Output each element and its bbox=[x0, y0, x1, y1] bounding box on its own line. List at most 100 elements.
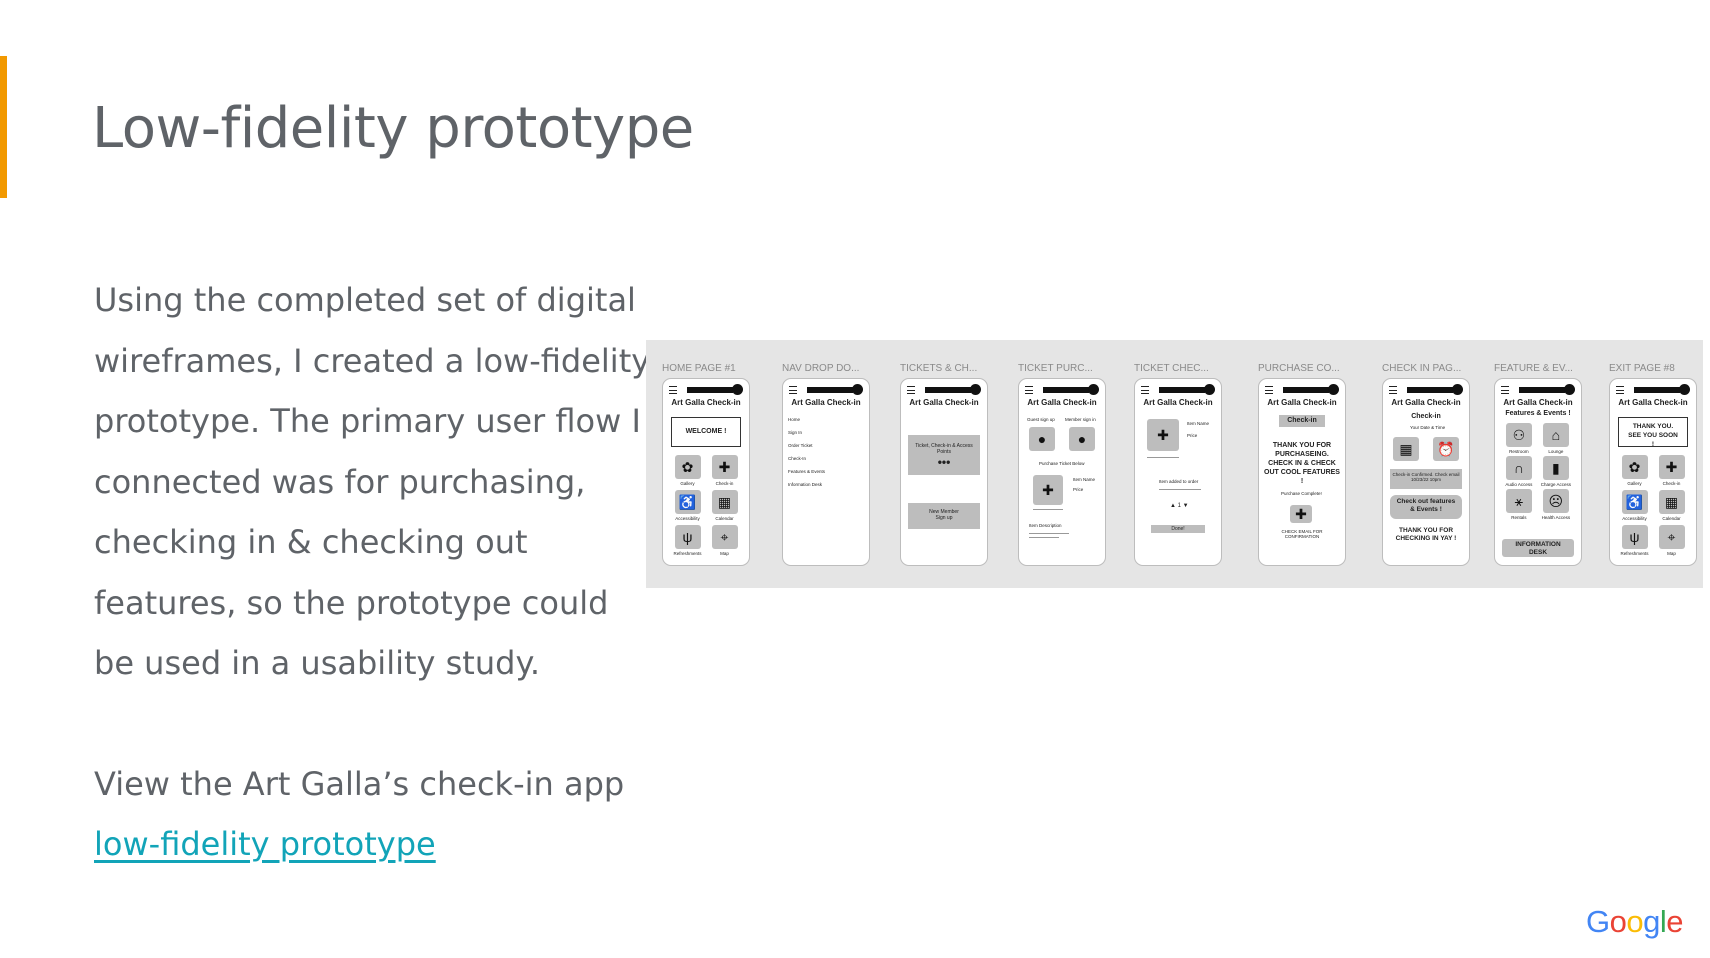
avatar[interactable] bbox=[1679, 384, 1690, 395]
check-out-features-button[interactable]: Check out features & Events ! bbox=[1390, 495, 1462, 519]
checkin-confirmed-box: Check-in Confirmed. Check email 10/23/22… bbox=[1390, 469, 1462, 489]
menu-icon[interactable] bbox=[1141, 386, 1149, 394]
app-title: Art Galla Check-in bbox=[1267, 398, 1337, 407]
search-bar[interactable] bbox=[1519, 387, 1565, 393]
stroller-icon[interactable]: ⚹ bbox=[1505, 489, 1532, 513]
menu-icon[interactable] bbox=[1265, 386, 1273, 394]
phone-screen[interactable]: Art Galla Check-in Guest sign up Member … bbox=[1018, 378, 1106, 566]
ticket-icon[interactable]: ✚ bbox=[1658, 455, 1685, 479]
nav-item-sign-in[interactable]: Sign In bbox=[788, 430, 802, 435]
avatar[interactable] bbox=[852, 384, 863, 395]
purchase-prompt: Purchase Ticket Below bbox=[1039, 461, 1085, 466]
frame-ticket-checkout[interactable]: TICKET CHEC... Art Galla Check-in ✚ Item… bbox=[1134, 362, 1224, 566]
nav-item-order-ticket[interactable]: Order Ticket bbox=[788, 443, 813, 448]
map-icon[interactable]: ⌖ bbox=[1658, 525, 1685, 549]
search-bar[interactable] bbox=[1043, 387, 1089, 393]
alarm-clock-icon[interactable]: ⏰ bbox=[1433, 437, 1459, 461]
view-prototype-text: View the Art Galla’s check-in app bbox=[94, 764, 625, 803]
phone-screen[interactable]: Art Galla Check-in Ticket, Check-in & Ac… bbox=[900, 378, 988, 566]
avatar[interactable] bbox=[1452, 384, 1463, 395]
phone-screen[interactable]: Art Galla Check-in Features & Events ! ⚇… bbox=[1494, 378, 1582, 566]
frame-home[interactable]: HOME PAGE #1 Art Galla Check-in WELCOME … bbox=[662, 362, 752, 566]
search-bar[interactable] bbox=[1634, 387, 1680, 393]
menu-icon[interactable] bbox=[789, 386, 797, 394]
frame-checkin[interactable]: CHECK IN PAG... Art Galla Check-in Check… bbox=[1382, 362, 1472, 566]
health-icon[interactable]: ☹ bbox=[1542, 489, 1569, 513]
frame-nav-dropdown[interactable]: NAV DROP DO... Art Galla Check-in Home S… bbox=[782, 362, 872, 566]
item-added-text: Item added to order bbox=[1159, 479, 1199, 484]
ticket-icon: ✚ bbox=[1290, 505, 1312, 523]
menu-icon[interactable] bbox=[907, 386, 915, 394]
map-icon[interactable]: ⌖ bbox=[711, 525, 738, 549]
guest-signup-label[interactable]: Guest sign up bbox=[1027, 417, 1055, 422]
nav-item-info-desk[interactable]: Information Desk bbox=[788, 482, 822, 487]
menu-icon[interactable] bbox=[1501, 386, 1509, 394]
nav-item-home[interactable]: Home bbox=[788, 417, 800, 422]
avatar[interactable] bbox=[1564, 384, 1575, 395]
menu-icon[interactable] bbox=[1025, 386, 1033, 394]
accessibility-icon[interactable]: ♿ bbox=[674, 490, 701, 514]
phone-screen[interactable]: Art Galla Check-in ✚ Item Name Price Ite… bbox=[1134, 378, 1222, 566]
search-bar[interactable] bbox=[687, 387, 733, 393]
new-member-box[interactable]: New Member Sign up bbox=[908, 503, 980, 529]
phone-screen[interactable]: Art Galla Check-in Check-in Your Date & … bbox=[1382, 378, 1470, 566]
app-title: Art Galla Check-in bbox=[909, 398, 979, 407]
menu-icon[interactable] bbox=[1389, 386, 1397, 394]
avatar[interactable] bbox=[970, 384, 981, 395]
nav-item-features[interactable]: Features & Events bbox=[788, 469, 825, 474]
quantity-stepper[interactable]: ▲ 1 ▼ bbox=[1170, 503, 1189, 509]
phone-screen[interactable]: Art Galla Check-in Check-in THANK YOU FO… bbox=[1258, 378, 1346, 566]
user-icon[interactable]: ● bbox=[1029, 427, 1055, 451]
item-name: Item Name bbox=[1187, 421, 1210, 426]
battery-icon[interactable]: ▮ bbox=[1542, 456, 1569, 480]
palette-icon[interactable]: ✿ bbox=[1621, 455, 1648, 479]
calendar-icon[interactable]: ▦ bbox=[711, 490, 738, 514]
frame-tickets[interactable]: TICKETS & CH... Art Galla Check-in Ticke… bbox=[900, 362, 990, 566]
avatar[interactable] bbox=[1088, 384, 1099, 395]
slide-title: Low-fidelity prototype bbox=[92, 96, 694, 161]
ticket-icon[interactable]: ✚ bbox=[711, 455, 738, 479]
prototype-link[interactable]: low-fidelity prototype bbox=[94, 825, 436, 863]
sofa-icon[interactable]: ⌂ bbox=[1542, 423, 1569, 447]
phone-screen[interactable]: Art Galla Check-in WELCOME ! ✿ Gallery ✚ C… bbox=[662, 378, 750, 566]
search-bar[interactable] bbox=[925, 387, 971, 393]
avatar[interactable] bbox=[1204, 384, 1215, 395]
search-bar[interactable] bbox=[1407, 387, 1453, 393]
ticket-access-box[interactable]: Ticket, Check-in & Access Points ••• bbox=[908, 435, 980, 475]
restroom-icon[interactable]: ⚇ bbox=[1505, 423, 1532, 447]
frame-features[interactable]: FEATURE & EV... Art Galla Check-in Featu… bbox=[1494, 362, 1584, 566]
user-icon[interactable]: ● bbox=[1069, 427, 1095, 451]
frame-exit[interactable]: EXIT PAGE #8 Art Galla Check-in THANK YO… bbox=[1609, 362, 1699, 566]
nav-item-check-in[interactable]: Check-In bbox=[788, 456, 806, 461]
fork-knife-icon[interactable]: ψ bbox=[674, 525, 701, 549]
menu-icon[interactable] bbox=[1616, 386, 1624, 394]
accessibility-icon[interactable]: ♿ bbox=[1621, 490, 1648, 514]
search-bar[interactable] bbox=[807, 387, 853, 393]
calendar-icon[interactable]: ▦ bbox=[1658, 490, 1685, 514]
avatar[interactable] bbox=[732, 384, 743, 395]
frame-ticket-purchase[interactable]: TICKET PURC... Art Galla Check-in Guest … bbox=[1018, 362, 1108, 566]
frame-label: FEATURE & EV... bbox=[1494, 363, 1573, 374]
welcome-banner: WELCOME ! bbox=[671, 417, 741, 447]
purchase-status: Purchase Complete! bbox=[1281, 491, 1322, 496]
ticket-icon[interactable]: ✚ bbox=[1033, 475, 1063, 505]
fork-knife-icon[interactable]: ψ bbox=[1621, 525, 1648, 549]
avatar[interactable] bbox=[1328, 384, 1339, 395]
menu-icon[interactable] bbox=[669, 386, 677, 394]
item-description: Item Description bbox=[1029, 523, 1062, 528]
frame-label: TICKET PURC... bbox=[1018, 363, 1093, 374]
phone-screen[interactable]: Art Galla Check-in Home Sign In Order Ti… bbox=[782, 378, 870, 566]
headphones-icon[interactable]: ∩ bbox=[1505, 456, 1532, 480]
palette-icon[interactable]: ✿ bbox=[674, 455, 701, 479]
calendar-icon[interactable]: ▦ bbox=[1393, 437, 1419, 461]
ticket-icon[interactable]: ✚ bbox=[1147, 419, 1179, 451]
information-desk-button[interactable]: INFORMATION DESK bbox=[1502, 539, 1574, 557]
app-title: Art Galla Check-in bbox=[1503, 398, 1573, 407]
search-bar[interactable] bbox=[1283, 387, 1329, 393]
phone-screen[interactable]: Art Galla Check-in THANK YOU. SEE YOU SO… bbox=[1609, 378, 1697, 566]
done-button[interactable]: Done! bbox=[1151, 525, 1205, 533]
email-confirmation: CHECK EMAIL FOR CONFIRMATION bbox=[1281, 529, 1323, 539]
member-signin-label[interactable]: Member sign in bbox=[1065, 417, 1096, 422]
frame-purchase-complete[interactable]: PURCHASE CO... Art Galla Check-in Check-… bbox=[1258, 362, 1348, 566]
search-bar[interactable] bbox=[1159, 387, 1205, 393]
